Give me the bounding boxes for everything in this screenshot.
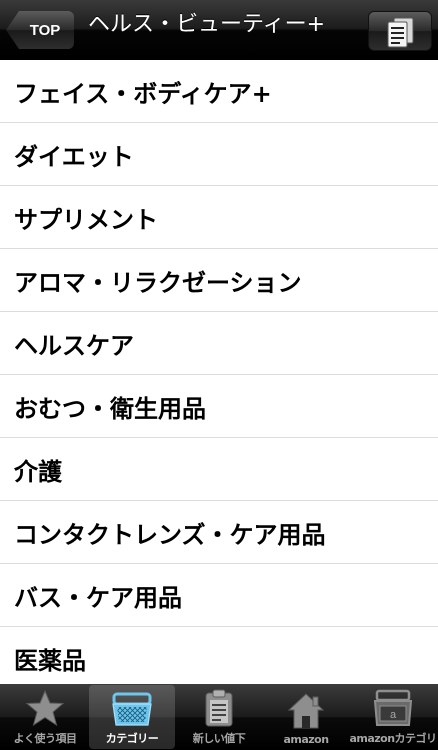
star-icon — [25, 689, 65, 727]
list-item[interactable]: バス・ケア用品 — [0, 564, 438, 627]
tab-label: amazonカテゴリ — [349, 732, 437, 745]
clipboard-icon — [205, 689, 233, 727]
list-item[interactable]: ダイエット — [0, 123, 438, 186]
tab-categories[interactable]: カテゴリー — [89, 685, 175, 749]
inbox-tray-icon: a — [373, 689, 413, 726]
basket-icon — [112, 692, 152, 726]
svg-text:a: a — [390, 709, 397, 721]
category-list: フェイス・ボディケア+ ダイエット サプリメント アロマ・リラクゼーション ヘル… — [0, 60, 438, 690]
list-item[interactable]: 介護 — [0, 438, 438, 501]
tab-label: よく使う項目 — [13, 732, 78, 745]
tab-label: カテゴリー — [105, 732, 159, 745]
tab-amazon[interactable]: amazon — [263, 685, 349, 749]
page-title: ヘルス・ビューティー+ — [88, 12, 326, 37]
navigation-bar: TOP ヘルス・ビューティー+ — [0, 0, 438, 60]
list-item[interactable]: 医薬品 — [0, 627, 438, 690]
list-item[interactable]: アロマ・リラクゼーション — [0, 249, 438, 312]
back-button[interactable]: TOP — [6, 11, 74, 49]
document-button[interactable] — [368, 11, 432, 51]
document-icon — [387, 17, 414, 48]
list-item[interactable]: おむつ・衛生用品 — [0, 375, 438, 438]
list-item[interactable]: コンタクトレンズ・ケア用品 — [0, 501, 438, 564]
list-item[interactable]: フェイス・ボディケア+ — [0, 60, 438, 123]
tab-favorites[interactable]: よく使う項目 — [2, 685, 88, 749]
list-item[interactable]: サプリメント — [0, 186, 438, 249]
tab-bar: よく使う項目 カテゴリー 新しい値下 amazon a amazonカテゴリ — [0, 684, 438, 750]
tab-label: 新しい値下 — [192, 732, 246, 745]
list-item[interactable]: ヘルスケア — [0, 312, 438, 375]
tab-amazon-categories[interactable]: a amazonカテゴリ — [349, 685, 437, 749]
tab-label: amazon — [283, 733, 329, 746]
tab-new-price-drops[interactable]: 新しい値下 — [176, 685, 262, 749]
home-icon — [287, 693, 325, 729]
